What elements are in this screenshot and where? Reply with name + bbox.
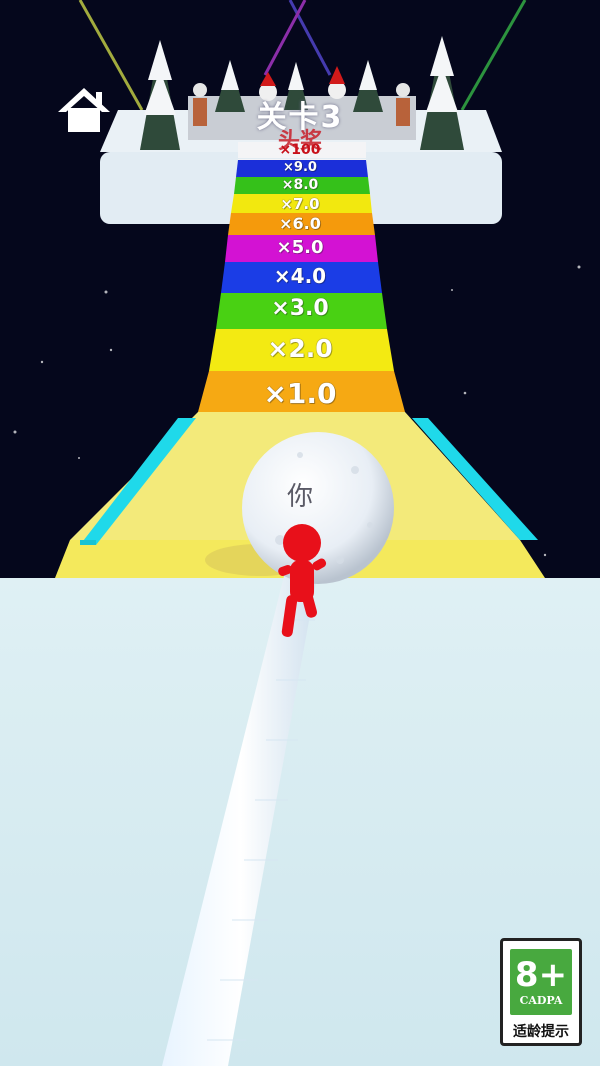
- age-rating-number: 8+: [514, 955, 568, 995]
- multiplier-label: ×7.0: [280, 195, 320, 213]
- multiplier-label: ×5.0: [276, 237, 324, 258]
- multiplier-label: ×1.0: [263, 377, 337, 410]
- multiplier-label: ×4.0: [273, 264, 327, 288]
- player-name-label: 你: [286, 482, 313, 512]
- age-rating-tip: 适龄提示: [513, 1024, 569, 1040]
- multiplier-label: ×2.0: [267, 334, 333, 363]
- age-rating-box: 8+ CADPA: [510, 949, 572, 1015]
- age-rating-badge: 8+ CADPA 适龄提示: [500, 938, 582, 1046]
- age-rating-org: CADPA: [519, 994, 563, 1007]
- multiplier-label: ×6.0: [279, 214, 321, 233]
- multiplier-top: ×100: [279, 142, 321, 158]
- multiplier-label: ×3.0: [271, 296, 329, 321]
- multiplier-label: ×9.0: [283, 160, 317, 175]
- multiplier-label: ×8.0: [281, 177, 319, 193]
